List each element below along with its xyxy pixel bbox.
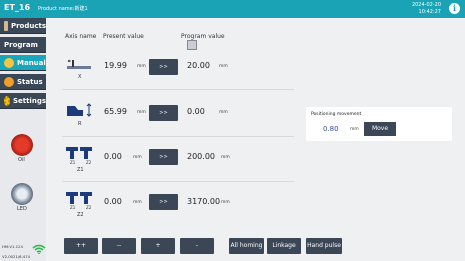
hand-pulse-button[interactable]: Hand pulse bbox=[306, 238, 342, 254]
sidebar-item-label: Status bbox=[17, 77, 43, 86]
present-value-header: Present value bbox=[103, 33, 144, 40]
program-value-x: 20.00 bbox=[187, 61, 210, 70]
present-value-z1: 0.00 bbox=[104, 152, 122, 161]
sidebar-item-products[interactable]: Products bbox=[0, 18, 46, 34]
fast-minus-button[interactable]: -- bbox=[102, 238, 136, 254]
present-value-x: 19.99 bbox=[104, 61, 127, 70]
program-unit-z1: mm bbox=[221, 155, 230, 160]
product-name: Product name:新建1 bbox=[38, 6, 88, 12]
axis-sub-z2: Z2 bbox=[86, 160, 92, 165]
program-unit-r: mm bbox=[219, 110, 228, 115]
present-value-z2: 0.00 bbox=[104, 197, 122, 206]
axis-name-z2: Z2 bbox=[77, 212, 84, 218]
axis-name-x: X bbox=[78, 74, 82, 80]
transfer-button-z1[interactable]: >> bbox=[149, 149, 178, 165]
products-icon bbox=[4, 20, 8, 31]
sidebar-item-manual[interactable]: Manual bbox=[0, 55, 46, 71]
program-value-z1: 200.00 bbox=[187, 152, 215, 161]
axis-name-header: Axis name bbox=[65, 33, 97, 40]
wifi-icon bbox=[32, 244, 46, 254]
led-button[interactable] bbox=[11, 183, 33, 205]
x-axis-icon bbox=[67, 59, 91, 69]
app-title: ET_16 bbox=[4, 3, 31, 12]
present-value-r: 65.99 bbox=[104, 107, 127, 116]
oil-button[interactable] bbox=[11, 134, 33, 156]
positioning-value-input[interactable]: 0.80 bbox=[323, 125, 339, 133]
transfer-button-r[interactable]: >> bbox=[149, 105, 178, 121]
info-icon[interactable]: i bbox=[449, 3, 460, 14]
oil-label: Oil bbox=[18, 157, 25, 163]
transfer-button-z2[interactable]: >> bbox=[149, 194, 178, 210]
sidebar-item-label: Program bbox=[4, 40, 38, 49]
r-axis-icon bbox=[67, 103, 92, 117]
axis-sub-z1: Z1 bbox=[70, 160, 76, 165]
minus-button[interactable]: - bbox=[180, 238, 214, 254]
positioning-unit: mm bbox=[350, 127, 359, 132]
present-unit-r: mm bbox=[137, 110, 146, 115]
version-hm: HM:V1.124 bbox=[2, 244, 23, 249]
fast-plus-button[interactable]: ++ bbox=[64, 238, 98, 254]
datetime: 2024-02-20 10:42:27 bbox=[412, 2, 441, 16]
program-unit-x: mm bbox=[219, 64, 228, 69]
date-text: 2024-02-20 bbox=[411, 2, 441, 8]
present-unit-x: mm bbox=[137, 64, 146, 69]
present-unit-z2: mm bbox=[133, 200, 142, 205]
transfer-button-x[interactable]: >> bbox=[149, 59, 178, 75]
plus-button[interactable]: + bbox=[141, 238, 175, 254]
sidebar-item-label: Settings bbox=[12, 96, 46, 105]
program-value-header: Program value bbox=[181, 33, 225, 40]
settings-icon bbox=[4, 95, 10, 106]
axis-name-z1: Z1 bbox=[77, 167, 84, 173]
manual-icon bbox=[4, 57, 14, 68]
program-value-r: 0.00 bbox=[187, 107, 205, 116]
sidebar-item-label: Products bbox=[10, 21, 46, 30]
led-label: LED bbox=[17, 206, 27, 212]
sidebar-item-settings[interactable]: Settings bbox=[0, 93, 46, 109]
row-divider bbox=[62, 89, 294, 90]
top-bar: ET_16 Product name:新建1 2024-02-20 10:42:… bbox=[0, 0, 465, 18]
axis-name-r: R bbox=[78, 121, 82, 127]
row-divider bbox=[62, 181, 294, 182]
sidebar-item-program[interactable]: Program bbox=[0, 37, 197, 53]
z1-axis-icon bbox=[66, 147, 92, 159]
axis-sub-z2: Z2 bbox=[86, 205, 92, 210]
positioning-panel: Positioning movement 0.80 mm Move bbox=[306, 107, 452, 141]
present-unit-z1: mm bbox=[133, 155, 142, 160]
version-v2: V2.0021/6.474 bbox=[2, 254, 31, 259]
linkage-button[interactable]: Linkage bbox=[267, 238, 301, 254]
sidebar-item-status[interactable]: Status bbox=[0, 74, 46, 90]
axis-sub-z1: Z1 bbox=[70, 205, 76, 210]
z2-axis-icon bbox=[66, 192, 92, 204]
time-text: 10:42:27 bbox=[418, 9, 441, 15]
move-button[interactable]: Move bbox=[364, 122, 396, 136]
program-unit-z2: mm bbox=[221, 200, 230, 205]
sidebar-item-label: Manual bbox=[17, 58, 46, 67]
program-icon bbox=[187, 39, 197, 50]
program-value-z2: 3170.00 bbox=[187, 197, 221, 206]
positioning-label: Positioning movement bbox=[311, 112, 362, 117]
row-divider bbox=[62, 136, 294, 137]
all-homing-button[interactable]: All homing bbox=[229, 238, 264, 254]
status-icon bbox=[4, 76, 14, 87]
